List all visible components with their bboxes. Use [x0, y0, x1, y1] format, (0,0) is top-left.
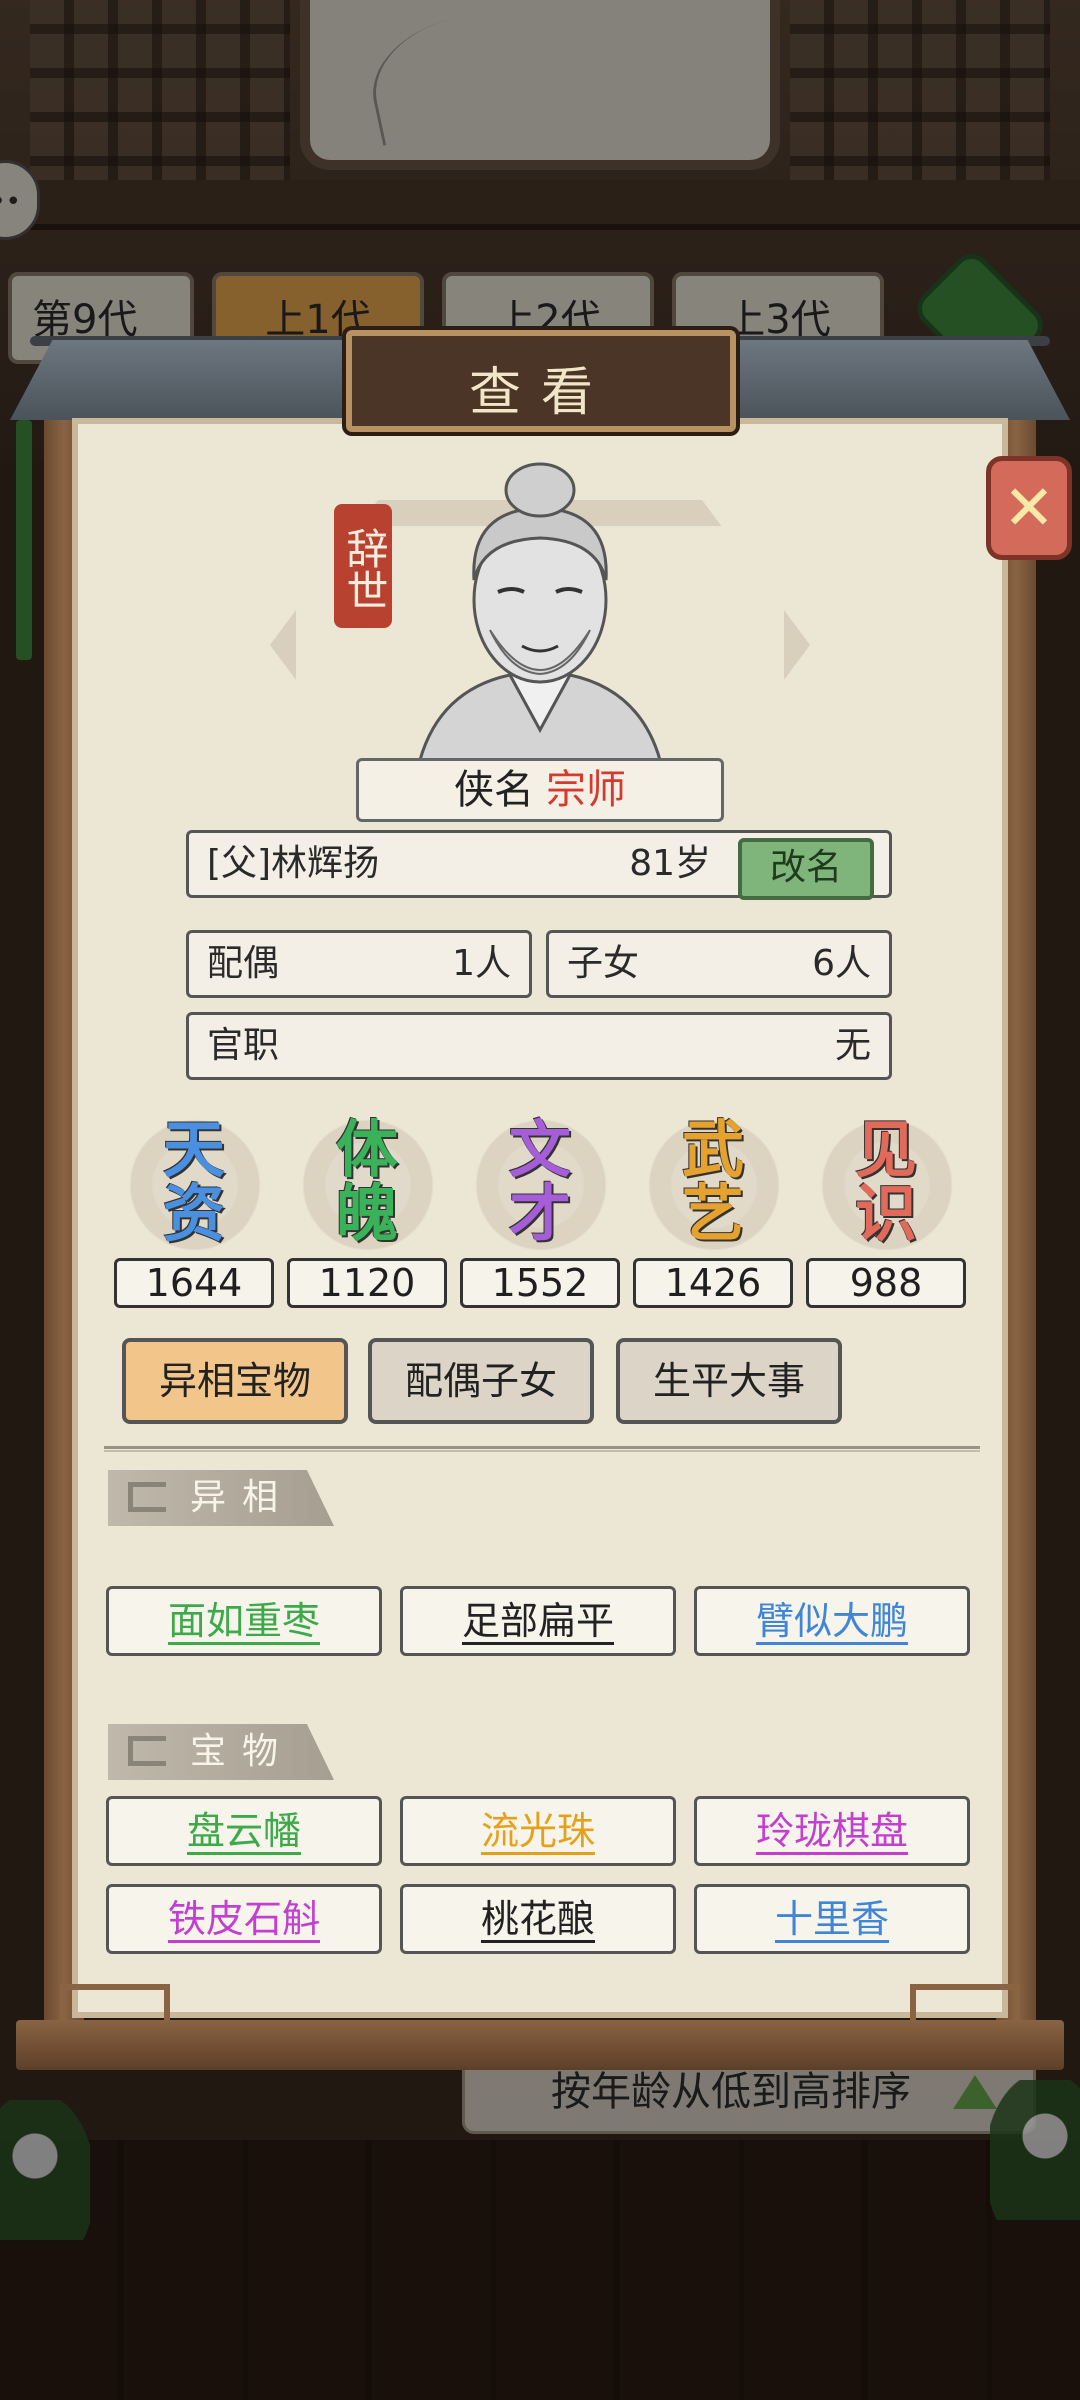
traits-title: 异相	[190, 1477, 295, 1518]
section-divider	[104, 1446, 980, 1452]
trait-item[interactable]: 臂似大鹏	[694, 1586, 970, 1656]
dialog-title-plaque: 查看	[346, 330, 736, 432]
spouse-row: 配偶 1人	[186, 930, 532, 998]
stat-label-talent: 天资	[162, 1113, 225, 1250]
traits-header: 异相	[108, 1470, 334, 1526]
treasures-header: 宝物	[108, 1724, 334, 1780]
treasures-title: 宝物	[190, 1731, 295, 1772]
character-name: [父]林辉扬	[207, 843, 380, 884]
trait-item[interactable]: 足部扁平	[400, 1586, 676, 1656]
stat-label-insight: 见识	[854, 1113, 917, 1250]
stat-value-literary: 1552	[460, 1258, 620, 1308]
rail-left	[60, 1984, 170, 2024]
stat-label-physique: 体魄	[335, 1113, 398, 1250]
title-label: 侠名	[454, 767, 534, 813]
character-age: 81岁	[629, 843, 711, 884]
dialog-title: 查看	[468, 363, 613, 423]
spouse-label: 配偶	[207, 943, 280, 984]
office-row: 官职 无	[186, 1012, 892, 1080]
stat-label-martial: 武艺	[681, 1113, 744, 1250]
trait-item[interactable]: 面如重枣	[106, 1586, 382, 1656]
rail-right	[910, 1984, 1020, 2024]
title-field: 侠名 宗师	[356, 758, 724, 822]
close-button[interactable]: ✕	[986, 456, 1072, 560]
fret-pattern-icon	[128, 1736, 166, 1766]
tab-life-events[interactable]: 生平大事	[616, 1338, 842, 1424]
office-label: 官职	[207, 1025, 280, 1066]
treasure-item[interactable]: 铁皮石斛	[106, 1884, 382, 1954]
office-value: 无	[834, 1025, 871, 1066]
stat-value-insight: 988	[806, 1258, 966, 1308]
treasure-item[interactable]: 玲珑棋盘	[694, 1796, 970, 1866]
close-icon: ✕	[1003, 471, 1055, 544]
stat-value-physique: 1120	[287, 1258, 447, 1308]
children-label: 子女	[567, 943, 640, 984]
spouse-count: 1人	[452, 943, 511, 984]
tab-traits-treasures[interactable]: 异相宝物	[122, 1338, 348, 1424]
treasure-item[interactable]: 桃花酿	[400, 1884, 676, 1954]
rename-button[interactable]: 改名	[738, 838, 874, 900]
stat-value-martial: 1426	[633, 1258, 793, 1308]
treasure-item[interactable]: 流光珠	[400, 1796, 676, 1866]
fret-pattern-icon	[128, 1482, 166, 1512]
children-count: 6人	[812, 943, 871, 984]
character-portrait	[418, 462, 662, 760]
deceased-stamp: 辞世	[334, 504, 392, 628]
tab-spouse-children[interactable]: 配偶子女	[368, 1338, 594, 1424]
treasure-item[interactable]: 十里香	[694, 1884, 970, 1954]
title-rank: 宗师	[546, 767, 626, 813]
stat-label-literary: 文才	[508, 1113, 571, 1250]
children-row: 子女 6人	[546, 930, 892, 998]
treasure-item[interactable]: 盘云幡	[106, 1796, 382, 1866]
dialog-base	[16, 2020, 1064, 2070]
stat-value-talent: 1644	[114, 1258, 274, 1308]
